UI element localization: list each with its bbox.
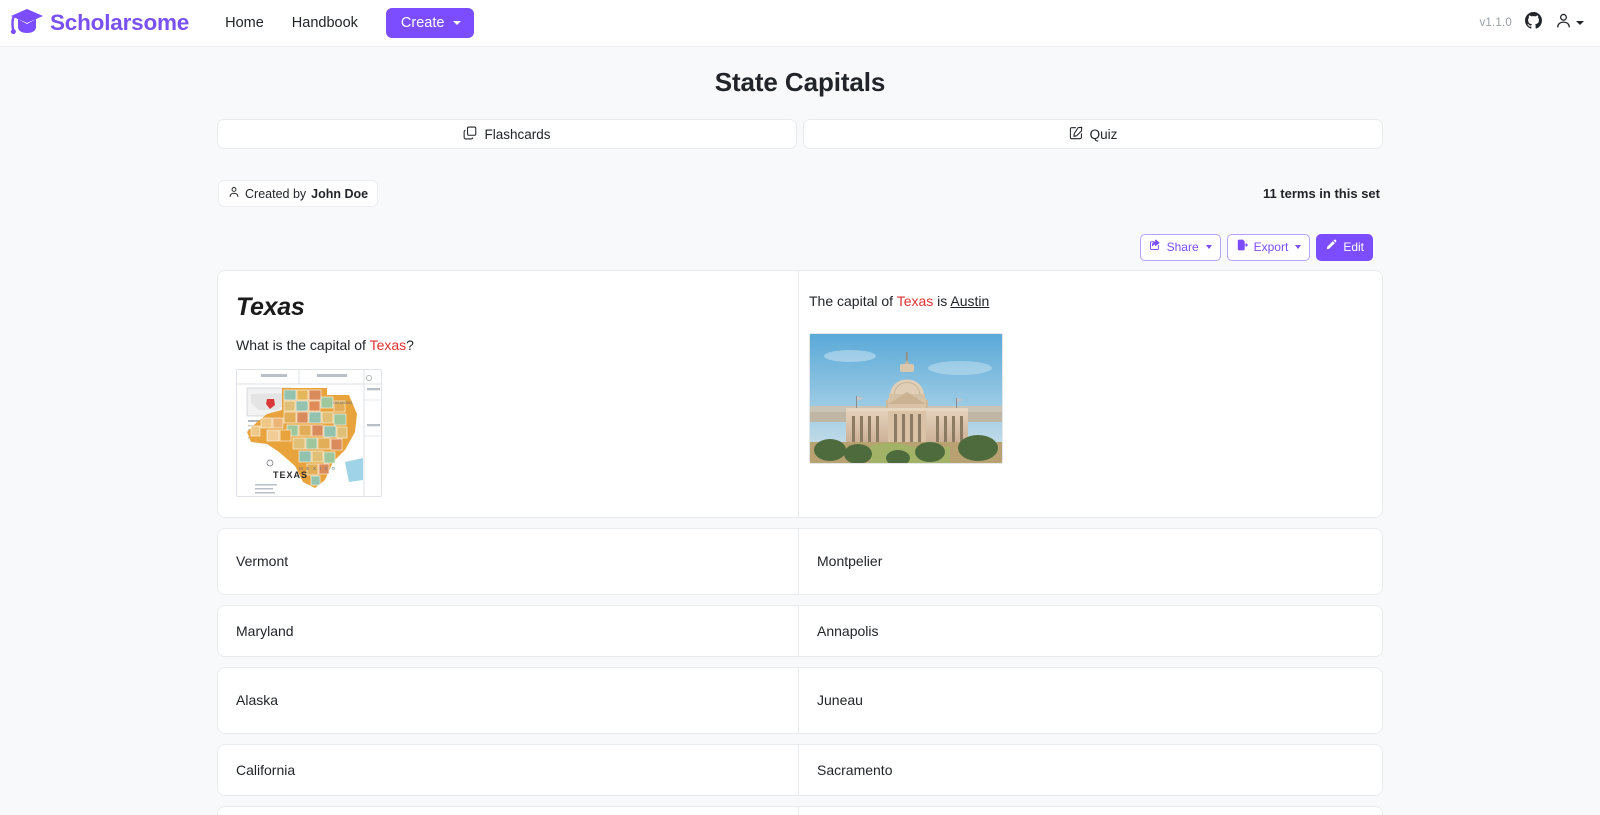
- term-text: Vermont: [236, 552, 289, 569]
- github-link[interactable]: [1525, 12, 1542, 34]
- graduation-cap-icon: [10, 6, 44, 41]
- texas-county-map-image[interactable]: TEXAS M E X I C O OKLAHOMA: [236, 368, 382, 497]
- term-cell: Oregon: [218, 807, 798, 815]
- table-row[interactable]: Maryland Annapolis: [217, 604, 1383, 657]
- author-name: John Doe: [311, 186, 369, 201]
- top-navbar: Scholarsome Home Handbook Create v1.1.0: [0, 0, 1600, 47]
- featured-term-side: Texas What is the capital of Texas? TEXA…: [218, 271, 798, 517]
- page-container: Flashcards Quiz Created by John Doe 11 t…: [217, 119, 1383, 815]
- version-label: v1.1.0: [1479, 17, 1512, 29]
- study-mode-tabs: Flashcards Quiz: [217, 119, 1383, 149]
- definition-underlined: Austin: [950, 292, 990, 309]
- term-cell: California: [218, 745, 798, 795]
- definition-cell: Annapolis: [798, 605, 1382, 656]
- create-button-label: Create: [400, 15, 445, 31]
- nav-item-home[interactable]: Home: [211, 9, 278, 37]
- navbar-right-group: v1.1.0: [1479, 12, 1588, 34]
- definition-highlight: Texas: [896, 292, 934, 309]
- set-meta-row: Created by John Doe 11 terms in this set: [217, 180, 1383, 207]
- brand-name: Scholarsome: [50, 10, 190, 35]
- term-text: Alaska: [236, 691, 279, 708]
- chevron-down-icon: [1295, 245, 1302, 250]
- term-sentence-pre: What is the capital of: [236, 336, 370, 353]
- featured-definition-sentence: The capital of Texas is Austin: [809, 291, 1364, 312]
- share-button[interactable]: Share: [1139, 234, 1221, 261]
- brand-logo[interactable]: Scholarsome: [10, 6, 189, 41]
- chevron-down-icon: [453, 21, 462, 25]
- featured-term-card[interactable]: Texas What is the capital of Texas? TEXA…: [217, 269, 1383, 518]
- pencil-square-icon: [1069, 126, 1083, 143]
- primary-nav: Home Handbook: [211, 9, 372, 37]
- featured-term-sentence: What is the capital of Texas?: [236, 335, 780, 356]
- person-icon: [228, 186, 240, 201]
- term-sentence-highlight: Texas: [369, 336, 407, 353]
- share-icon: [1149, 239, 1161, 256]
- definition-text: Annapolis: [817, 622, 879, 639]
- term-cell: Alaska: [218, 668, 798, 733]
- tab-quiz[interactable]: Quiz: [803, 119, 1383, 149]
- export-button[interactable]: Export: [1226, 234, 1311, 261]
- github-icon: [1525, 12, 1542, 34]
- table-row[interactable]: California Sacramento: [217, 743, 1383, 796]
- tab-flashcards[interactable]: Flashcards: [217, 119, 797, 149]
- svg-text:OKLAHOMA: OKLAHOMA: [333, 401, 353, 405]
- file-export-icon: [1236, 239, 1248, 256]
- table-row[interactable]: Alaska Juneau: [217, 666, 1383, 734]
- tab-flashcards-label: Flashcards: [484, 126, 551, 142]
- term-text: California: [236, 761, 296, 778]
- term-text: Maryland: [236, 622, 294, 639]
- definition-cell: Salem: [798, 806, 1382, 815]
- tab-quiz-label: Quiz: [1089, 126, 1118, 142]
- share-button-label: Share: [1166, 239, 1199, 254]
- create-button[interactable]: Create: [385, 8, 475, 38]
- account-menu-button[interactable]: [1555, 12, 1584, 34]
- nav-item-handbook[interactable]: Handbook: [278, 9, 372, 37]
- svg-text:TEXAS: TEXAS: [273, 470, 308, 480]
- definition-mid: is: [933, 292, 951, 309]
- definition-text: Sacramento: [817, 761, 893, 778]
- edit-button-label: Edit: [1343, 239, 1364, 254]
- definition-text: Montpelier: [817, 552, 883, 569]
- edit-button[interactable]: Edit: [1316, 234, 1373, 261]
- chevron-down-icon: [1205, 245, 1212, 250]
- created-by-label: Created by: [245, 186, 307, 201]
- terms-count-label: 11 terms in this set: [1262, 186, 1380, 201]
- definition-cell: Juneau: [798, 667, 1382, 733]
- texas-state-capitol-image[interactable]: [809, 332, 1003, 464]
- set-actions-toolbar: Share Export Edit: [217, 234, 1383, 261]
- pencil-icon: [1325, 239, 1337, 256]
- export-button-label: Export: [1253, 239, 1289, 254]
- definition-text: Juneau: [817, 691, 863, 708]
- term-cards-list: Texas What is the capital of Texas? TEXA…: [217, 269, 1383, 815]
- featured-definition-side: The capital of Texas is Austin: [798, 270, 1382, 517]
- featured-term-title: Texas: [236, 292, 305, 321]
- definition-pre: The capital of: [809, 292, 897, 309]
- definition-cell: Montpelier: [798, 528, 1382, 594]
- author-chip[interactable]: Created by John Doe: [218, 180, 379, 207]
- svg-text:M E X I C O: M E X I C O: [299, 466, 336, 471]
- page-title: State Capitals: [714, 67, 886, 97]
- cards-stack-icon: [463, 126, 477, 143]
- term-cell: Vermont: [218, 529, 798, 594]
- table-row[interactable]: Oregon Salem: [217, 805, 1383, 815]
- term-sentence-post: ?: [406, 336, 414, 353]
- definition-cell: Sacramento: [798, 744, 1382, 795]
- chevron-down-icon: [1576, 21, 1584, 25]
- person-icon: [1555, 12, 1572, 34]
- term-cell: Maryland: [218, 606, 798, 656]
- table-row[interactable]: Vermont Montpelier: [217, 527, 1383, 595]
